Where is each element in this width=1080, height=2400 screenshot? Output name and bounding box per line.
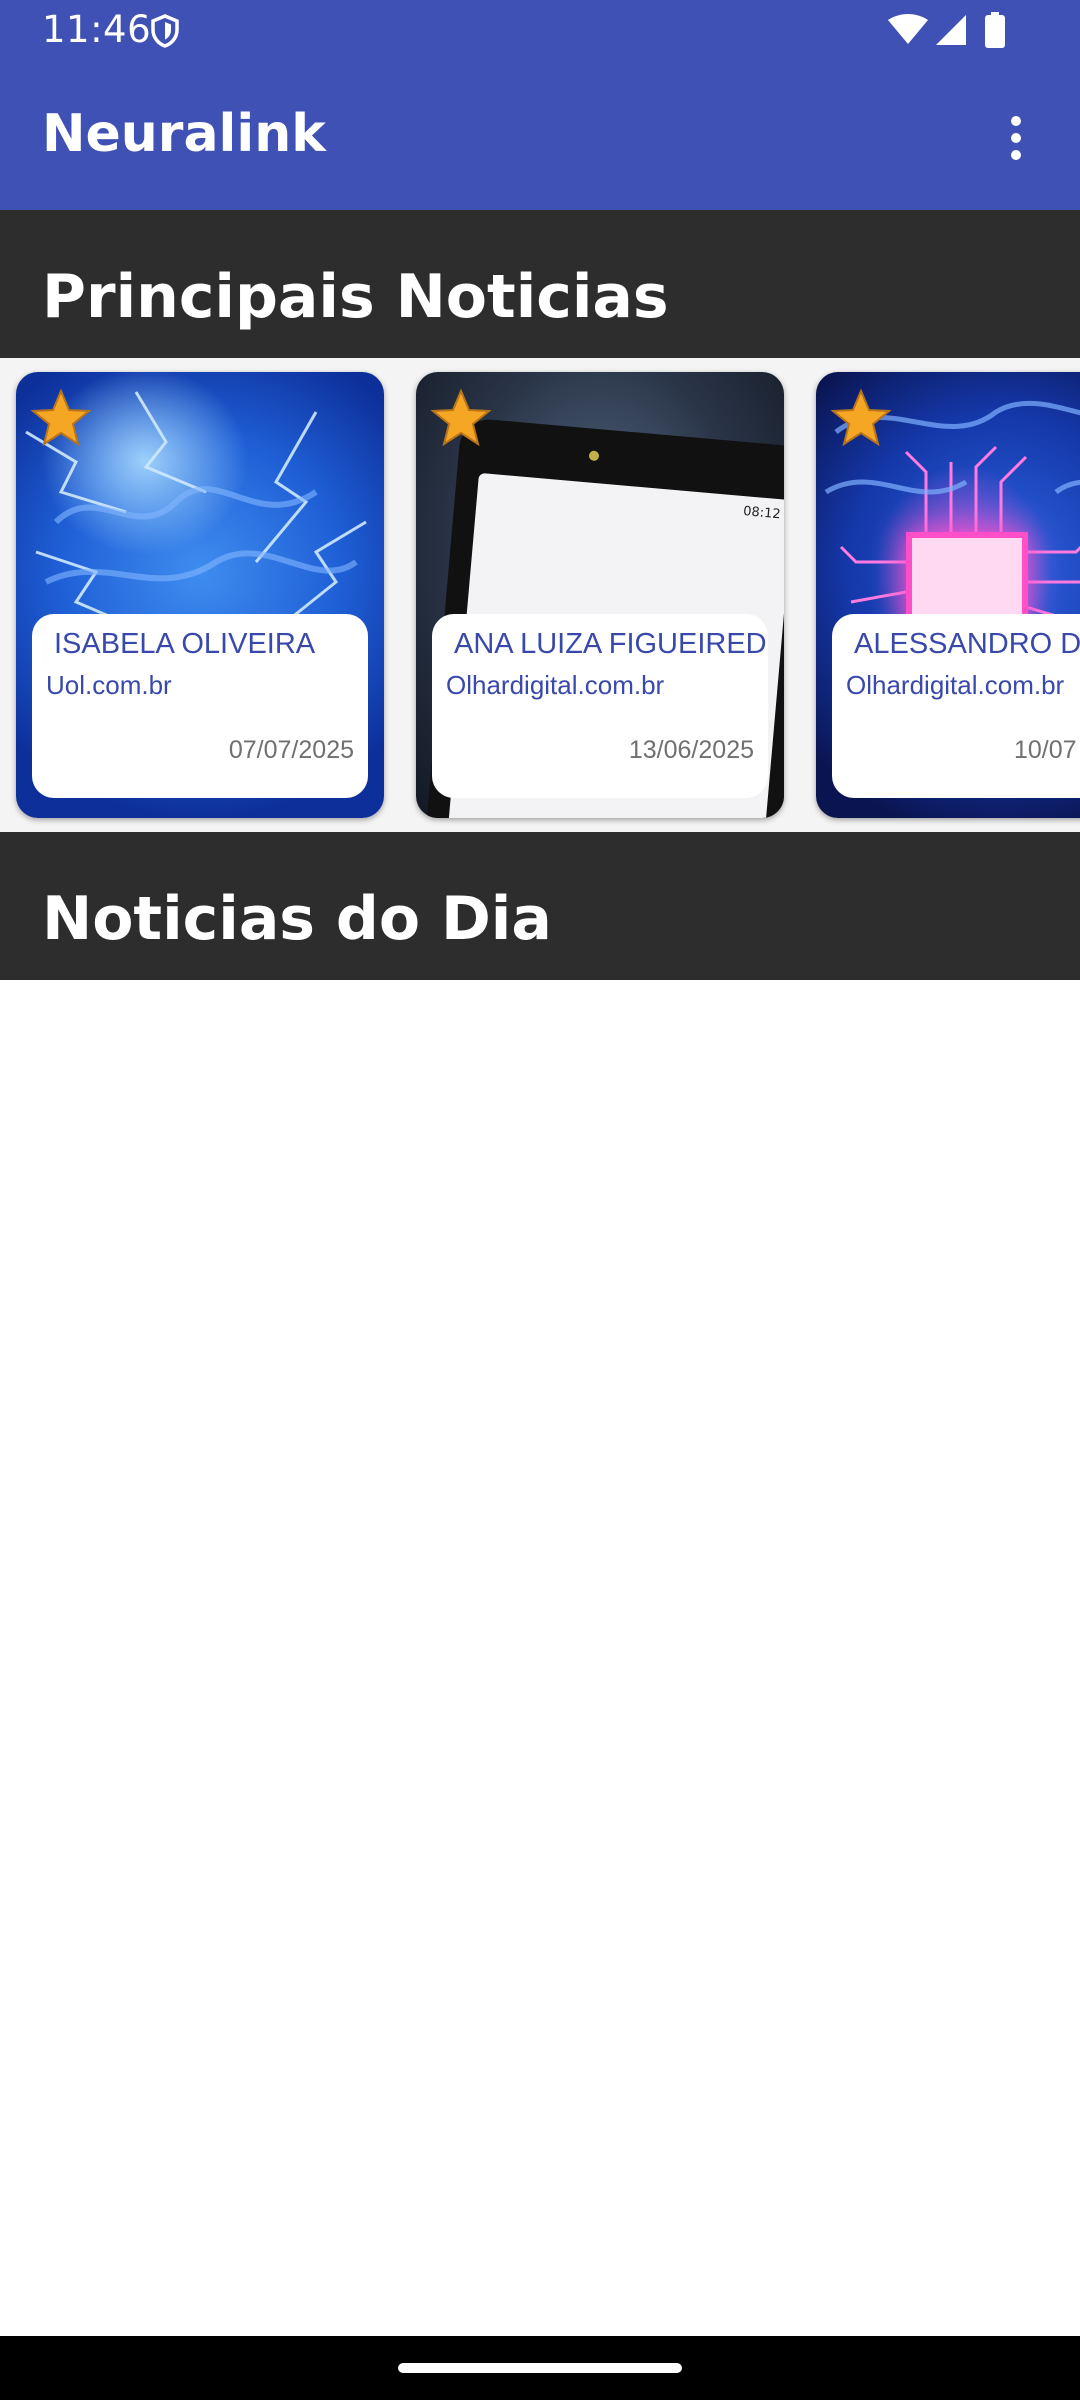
card-source: Uol.com.br [46, 670, 172, 700]
signal-icon [936, 15, 966, 45]
section-title: Principais Noticias [42, 262, 669, 332]
card-date: 07/07/2025 [228, 736, 354, 764]
status-bar: 11:46 [0, 0, 1080, 62]
card-author: ANA LUIZA FIGUEIREDO [454, 628, 768, 660]
card-date: 10/07 [1014, 736, 1077, 764]
home-gesture-handle[interactable] [398, 2363, 682, 2373]
news-card[interactable]: ISABELA OLIVEIRA Uol.com.br 07/07/2025 [16, 372, 384, 818]
section-title: Noticias do Dia [42, 884, 552, 954]
wifi-icon [888, 14, 928, 44]
news-card[interactable]: 08:12 ANA LUIZA FIGUEIREDO Olhardigital.… [416, 372, 784, 818]
card-info: ANA LUIZA FIGUEIREDO Olhardigital.com.br… [432, 614, 768, 798]
card-source: Olhardigital.com.br [846, 670, 1065, 700]
card-source: Olhardigital.com.br [446, 670, 665, 700]
section-header-top-news: Principais Noticias [0, 210, 1080, 358]
news-card[interactable]: ALESSANDRO DI Olhardigital.com.br 10/07 [816, 372, 1080, 818]
status-time: 11:46 [42, 8, 152, 51]
more-vert-icon[interactable] [990, 102, 1042, 172]
star-icon[interactable] [30, 388, 92, 450]
card-date: 13/06/2025 [628, 736, 754, 764]
star-icon[interactable] [430, 388, 492, 450]
navigation-bar [0, 2336, 1080, 2400]
star-icon[interactable] [830, 388, 892, 450]
top-news-carousel[interactable]: ISABELA OLIVEIRA Uol.com.br 07/07/2025 0… [0, 358, 1080, 832]
card-info: ALESSANDRO DI Olhardigital.com.br 10/07 [832, 614, 1080, 798]
section-header-day-news: Noticias do Dia [0, 832, 1080, 980]
card-info: ISABELA OLIVEIRA Uol.com.br 07/07/2025 [32, 614, 368, 798]
shield-icon [151, 14, 179, 48]
card-author: ALESSANDRO DI [854, 628, 1080, 660]
app-title: Neuralink [42, 104, 326, 164]
card-author: ISABELA OLIVEIRA [54, 628, 316, 660]
battery-icon [985, 12, 1005, 48]
app-bar: Neuralink [0, 62, 1080, 210]
